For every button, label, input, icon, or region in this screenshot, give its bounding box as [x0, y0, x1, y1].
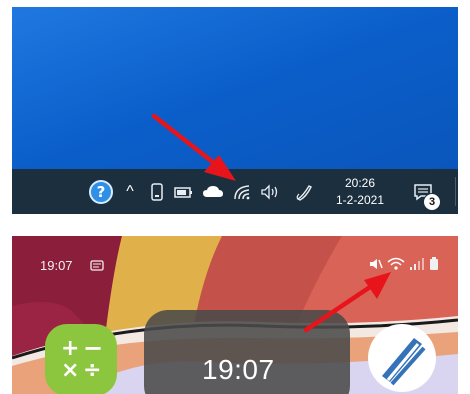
annotation-arrows-bottom: [303, 272, 391, 333]
red-arrow-bottom: [303, 272, 391, 333]
